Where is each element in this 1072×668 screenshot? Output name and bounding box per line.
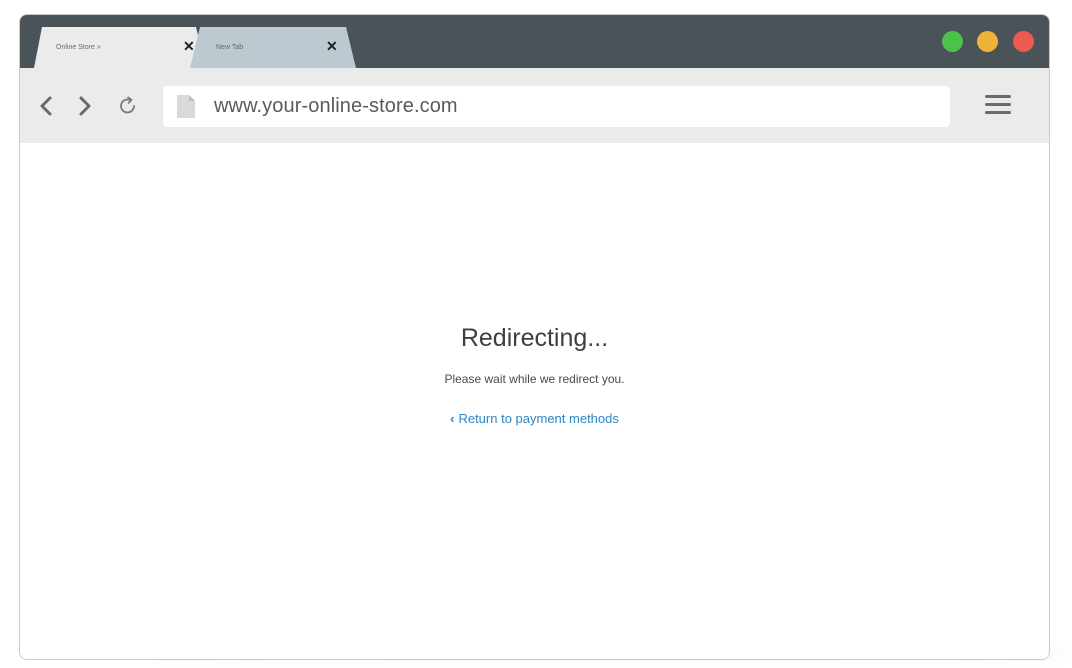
forward-button[interactable]: [73, 92, 97, 120]
browser-window: Online Store » ✕ New Tab ✕ www.your-onli…: [19, 14, 1050, 660]
page-heading: Redirecting...: [460, 324, 609, 352]
tab-online-store[interactable]: Online Store » ✕: [34, 27, 206, 68]
tab-close-icon[interactable]: ✕: [326, 39, 338, 53]
return-link-label: Return to payment methods: [458, 411, 619, 426]
maximize-button[interactable]: [942, 31, 963, 52]
reload-button[interactable]: [116, 92, 140, 120]
return-to-payment-link[interactable]: ‹ Return to payment methods: [20, 411, 1049, 426]
back-arrow-icon: [40, 96, 52, 116]
browser-toolbar: www.your-online-store.com: [20, 68, 1049, 143]
page-content: Redirecting... Please wait while we redi…: [20, 143, 1049, 659]
redirect-message: Please wait while we redirect you.: [444, 372, 625, 386]
tab-title: Online Store »: [56, 44, 101, 51]
address-bar[interactable]: www.your-online-store.com: [163, 86, 950, 127]
close-window-button[interactable]: [1013, 31, 1034, 52]
tab-title: New Tab: [216, 44, 244, 51]
hamburger-menu-icon[interactable]: [985, 95, 1011, 117]
url-text[interactable]: www.your-online-store.com: [214, 95, 458, 118]
browser-titlebar: Online Store » ✕ New Tab ✕: [20, 15, 1049, 68]
forward-arrow-icon: [79, 96, 91, 116]
page-icon: [177, 95, 195, 118]
chevron-left-icon: ‹: [450, 411, 455, 426]
tab-close-icon[interactable]: ✕: [183, 39, 195, 53]
minimize-button[interactable]: [977, 31, 998, 52]
tab-new-tab[interactable]: New Tab ✕: [190, 27, 356, 68]
back-button[interactable]: [34, 92, 58, 120]
reload-icon: [120, 96, 135, 114]
